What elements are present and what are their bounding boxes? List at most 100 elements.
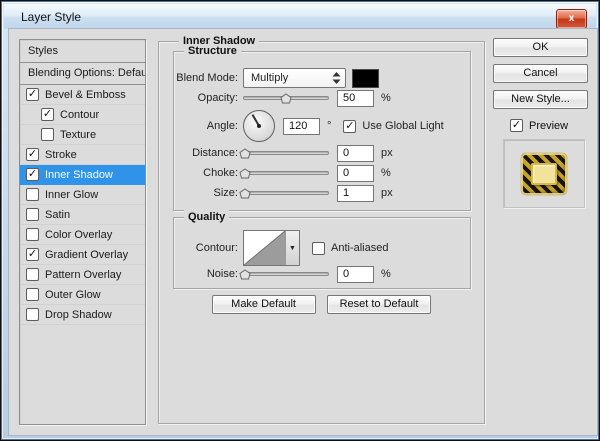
style-enable-checkbox[interactable]: ✓ (26, 168, 39, 181)
sidebar-item-drop-shadow[interactable]: Drop Shadow (20, 305, 145, 325)
choke-unit: % (381, 167, 391, 179)
style-enable-checkbox[interactable] (26, 268, 39, 281)
choke-input[interactable]: 0 (337, 165, 374, 182)
angle-dial[interactable] (243, 110, 275, 142)
dialog-body: Styles Blending Options: Default ✓Bevel … (8, 28, 598, 436)
style-enable-checkbox[interactable]: ✓ (41, 108, 54, 121)
sidebar-item-color-overlay[interactable]: Color Overlay (20, 225, 145, 245)
defaults-button-row: Make Default Reset to Default (159, 295, 484, 314)
stepper-arrows-icon (332, 72, 341, 84)
opacity-slider-thumb[interactable] (280, 93, 292, 104)
styles-list: Styles Blending Options: Default ✓Bevel … (19, 39, 146, 425)
style-enable-checkbox[interactable] (26, 188, 39, 201)
use-global-light-checkbox[interactable]: ✓ (343, 120, 356, 133)
title-bar[interactable]: Layer Style x (4, 4, 596, 29)
size-slider-track[interactable] (243, 191, 329, 195)
sidebar-item-pattern-overlay[interactable]: Pattern Overlay (20, 265, 145, 285)
sidebar-item-label: Pattern Overlay (45, 269, 121, 281)
ok-button[interactable]: OK (493, 38, 588, 57)
opacity-unit: % (381, 92, 391, 104)
anti-aliased-checkbox[interactable] (312, 242, 325, 255)
use-global-light-label: Use Global Light (362, 120, 443, 132)
size-input[interactable]: 1 (337, 185, 374, 202)
quality-legend: Quality (184, 210, 229, 224)
contour-picker[interactable]: ▼ (243, 230, 300, 266)
distance-slider-thumb[interactable] (239, 148, 251, 159)
quality-group: Quality Contour: ▼ A (173, 217, 471, 289)
styles-list-items: ✓Bevel & Emboss✓ContourTexture✓Stroke✓In… (20, 85, 145, 325)
sidebar-item-texture[interactable]: Texture (20, 125, 145, 145)
window-frame: Layer Style x Styles Blending Options: D… (1, 1, 599, 440)
shadow-color-swatch[interactable] (352, 69, 379, 88)
sidebar-item-label: Contour (60, 109, 99, 121)
sidebar-item-bevel-emboss[interactable]: ✓Bevel & Emboss (20, 85, 145, 105)
sidebar-item-blending-options[interactable]: Blending Options: Default (20, 63, 145, 85)
style-enable-checkbox[interactable] (26, 208, 39, 221)
choke-row: Choke: 0 % (174, 163, 391, 183)
new-style-button[interactable]: New Style... (493, 90, 588, 109)
size-row: Size: 1 px (174, 183, 393, 203)
window-title: Layer Style (21, 10, 81, 24)
size-label: Size: (174, 187, 238, 199)
style-enable-checkbox[interactable]: ✓ (26, 148, 39, 161)
distance-row: Distance: 0 px (174, 143, 393, 163)
inner-shadow-panel: Inner Shadow Structure Blend Mode: Multi… (158, 41, 485, 424)
sidebar-item-label: Inner Glow (45, 189, 98, 201)
sidebar-item-outer-glow[interactable]: Outer Glow (20, 285, 145, 305)
style-enable-checkbox[interactable]: ✓ (26, 248, 39, 261)
sidebar-item-label: Inner Shadow (45, 169, 113, 181)
reset-to-default-button[interactable]: Reset to Default (327, 295, 432, 314)
angle-label: Angle: (174, 120, 238, 132)
close-button[interactable]: x (556, 9, 587, 29)
style-enable-checkbox[interactable]: ✓ (26, 88, 39, 101)
style-enable-checkbox[interactable] (26, 308, 39, 321)
preview-label: Preview (529, 120, 568, 132)
sidebar-item-label: Stroke (45, 149, 77, 161)
style-enable-checkbox[interactable] (26, 288, 39, 301)
style-enable-checkbox[interactable] (26, 228, 39, 241)
sidebar-item-inner-glow[interactable]: Inner Glow (20, 185, 145, 205)
distance-input[interactable]: 0 (337, 145, 374, 162)
contour-dropdown-arrow-icon[interactable]: ▼ (285, 231, 299, 265)
structure-group: Structure Blend Mode: Multiply Opacity: (173, 51, 471, 211)
size-slider[interactable] (243, 187, 329, 199)
use-global-light-option[interactable]: ✓ Use Global Light (343, 120, 443, 133)
make-default-button[interactable]: Make Default (212, 295, 316, 314)
angle-dial-center (257, 124, 261, 128)
contour-thumbnail (244, 231, 285, 265)
preview-option[interactable]: ✓ Preview (510, 119, 568, 132)
preview-checkbox[interactable]: ✓ (510, 119, 523, 132)
size-slider-thumb[interactable] (239, 188, 251, 199)
sidebar-item-inner-shadow[interactable]: ✓ Inner Shadow (20, 165, 145, 185)
sidebar-item-stroke[interactable]: ✓ Stroke (20, 145, 145, 165)
blend-mode-label: Blend Mode: (174, 72, 238, 84)
blend-mode-row: Blend Mode: Multiply (174, 68, 379, 88)
choke-slider-track[interactable] (243, 171, 329, 175)
style-enable-checkbox[interactable] (41, 128, 54, 141)
sidebar-item-contour[interactable]: ✓ Contour (20, 105, 145, 125)
sidebar-item-gradient-overlay[interactable]: ✓Gradient Overlay (20, 245, 145, 265)
noise-slider-thumb[interactable] (239, 269, 251, 280)
blend-mode-select[interactable]: Multiply (243, 68, 346, 88)
choke-slider[interactable] (243, 167, 329, 179)
angle-row: Angle: 120 ° ✓ Use Global Light (174, 110, 444, 142)
anti-aliased-option[interactable]: Anti-aliased (312, 242, 388, 255)
style-preview-inner (531, 163, 557, 185)
distance-slider-track[interactable] (243, 151, 329, 155)
style-preview-thumbnail (521, 153, 567, 195)
sidebar-item-label: Satin (45, 209, 70, 221)
noise-slider[interactable] (243, 268, 329, 280)
opacity-input[interactable]: 50 (337, 90, 374, 107)
distance-slider[interactable] (243, 147, 329, 159)
anti-aliased-label: Anti-aliased (331, 242, 388, 254)
noise-slider-track[interactable] (243, 272, 329, 276)
sidebar-item-label: Color Overlay (45, 229, 112, 241)
sidebar-item-satin[interactable]: Satin (20, 205, 145, 225)
size-unit: px (381, 187, 393, 199)
noise-input[interactable]: 0 (337, 266, 374, 283)
noise-unit: % (381, 268, 391, 280)
opacity-slider[interactable] (243, 92, 329, 104)
cancel-button[interactable]: Cancel (493, 64, 588, 83)
angle-input[interactable]: 120 (283, 118, 320, 135)
choke-slider-thumb[interactable] (239, 168, 251, 179)
